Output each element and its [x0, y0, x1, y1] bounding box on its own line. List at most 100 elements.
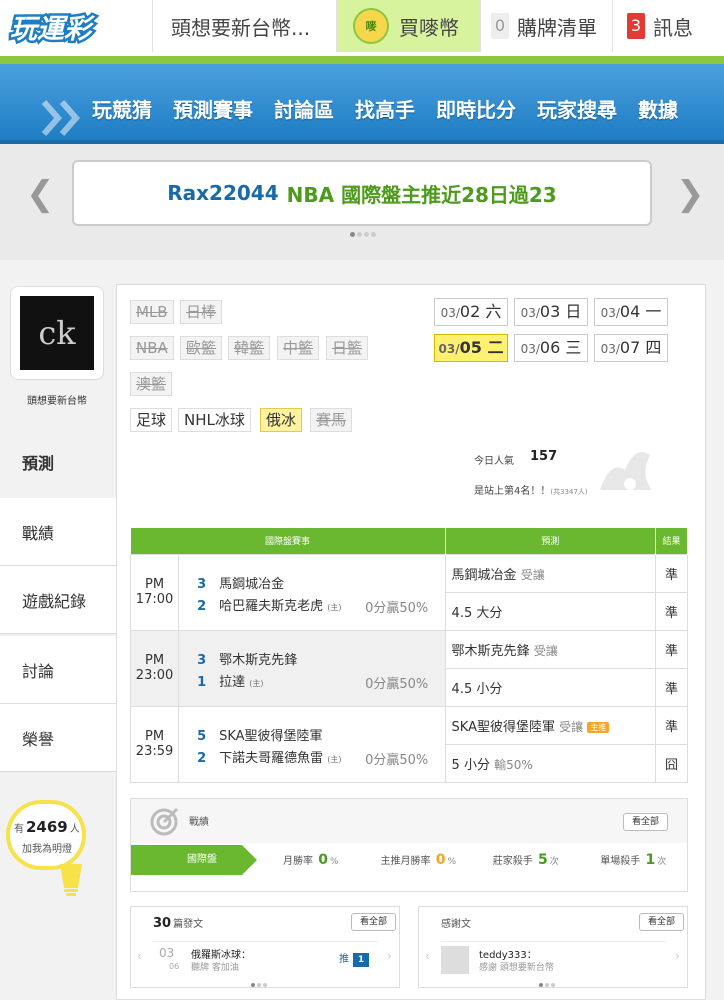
- filter-korea-basketball[interactable]: 韓籃: [228, 336, 271, 360]
- date-button[interactable]: 03/02 六: [434, 298, 508, 326]
- push-count: 推1: [339, 950, 369, 967]
- table-row: PM 17:00 3 馬鋼城冶金 2 哈巴羅夫斯克老虎 (主) 0分贏50% 馬鋼城…: [129, 553, 689, 631]
- messages-button[interactable]: 3 訊息: [612, 0, 724, 52]
- filter-soccer[interactable]: 足球: [130, 408, 173, 432]
- game-matchup[interactable]: 3 馬鋼城冶金 2 哈巴羅夫斯克老虎 (主) 0分贏50%: [178, 553, 446, 631]
- target-icon: [150, 807, 179, 836]
- thanks-item[interactable]: teddy333： 感謝 頭想要新台幣: [441, 941, 667, 977]
- post-item[interactable]: 03 06 俄羅斯冰球： 聽牌 客加油 推1: [153, 941, 379, 977]
- record-stats: 國際盤 月勝率 0% 主推月勝率 0% 莊家殺手 5次 單場殺手 1次: [131, 845, 687, 875]
- carousel-dots: [251, 983, 267, 987]
- table-row: PM 23:59 5 SKA聖彼得堡陸軍 2 下諾夫哥羅德魚雷 (主) 0分贏50%…: [129, 705, 689, 783]
- chevron-right-icon[interactable]: ›: [387, 949, 392, 963]
- cart-button[interactable]: 0 購牌清單: [480, 0, 612, 52]
- game-time: PM 23:00: [129, 629, 180, 707]
- pick: 5 小分 輸50%: [444, 743, 656, 783]
- date-button[interactable]: 03/06 三: [514, 334, 588, 362]
- record-header: 戰績 看全部: [131, 799, 687, 843]
- filter-mlb[interactable]: MLB: [130, 300, 174, 324]
- filter-aus-basketball[interactable]: 澳籃: [130, 372, 173, 396]
- filter-china-basketball[interactable]: 中籃: [277, 336, 320, 360]
- carousel-dot[interactable]: [371, 232, 376, 237]
- posts-title: 30 篇發文: [153, 916, 204, 931]
- filter-npb[interactable]: 日棒: [180, 300, 223, 324]
- game-matchup[interactable]: 3 鄂木斯克先鋒 1 拉達 (主) 0分贏50%: [178, 629, 446, 707]
- month-win-rate: 月勝率 0%: [283, 852, 339, 868]
- pick: 4.5 小分: [444, 667, 656, 707]
- posts-view-all-button[interactable]: 看全部: [351, 913, 397, 931]
- thanks-title: 感謝文: [441, 919, 471, 930]
- main-pick-month-win-rate: 主推月勝率 0%: [380, 852, 457, 868]
- game-matchup[interactable]: 5 SKA聖彼得堡陸軍 2 下諾夫哥羅德魚雷 (主) 0分贏50%: [178, 705, 446, 783]
- user-avatar[interactable]: [441, 946, 469, 974]
- pick: 馬鋼城冶金 受讓: [444, 553, 656, 593]
- carousel-dot[interactable]: [364, 232, 369, 237]
- filter-nba[interactable]: NBA: [130, 336, 174, 360]
- messages-label: 訊息: [653, 15, 693, 40]
- side-tab-discussion[interactable]: 討論: [0, 636, 116, 704]
- filter-horse-racing[interactable]: 賽馬: [310, 408, 353, 432]
- thanks-user: teddy333：: [479, 950, 537, 961]
- nav-item-predictions[interactable]: 預測賽事: [173, 94, 253, 123]
- filter-japan-basketball[interactable]: 日籃: [326, 336, 369, 360]
- follow-cta[interactable]: 加我為明燈: [22, 840, 72, 855]
- record-section: 戰績 看全部 國際盤 月勝率 0% 主推月勝率 0% 莊家殺手 5次 單場殺手 …: [130, 798, 688, 892]
- side-tab-game-history[interactable]: 遊戲紀錄: [0, 566, 116, 634]
- nav-item-live-scores[interactable]: 即時比分: [436, 94, 516, 123]
- result: 囧: [654, 743, 689, 783]
- pick: 4.5 大分: [444, 591, 656, 631]
- result: 準: [654, 629, 689, 669]
- result: 準: [654, 667, 689, 707]
- cart-label: 購牌清單: [517, 15, 597, 40]
- record-view-all-button[interactable]: 看全部: [623, 813, 669, 831]
- lightbulb-icon: [60, 864, 82, 896]
- side-tab-honors[interactable]: 榮譽: [0, 704, 116, 772]
- date-button[interactable]: 03/07 四: [594, 334, 668, 362]
- record-tab-international[interactable]: 國際盤: [131, 845, 257, 875]
- nav-item-play-guess[interactable]: 玩競猜: [92, 94, 152, 123]
- site-logo[interactable]: 玩運彩: [8, 8, 120, 48]
- chevron-right-icon[interactable]: ›: [675, 949, 680, 963]
- banner-slide[interactable]: Rax22044 NBA 國際盤主推近28日過23: [72, 160, 652, 226]
- filter-nhl[interactable]: NHL冰球: [178, 408, 251, 432]
- chevron-right-icon[interactable]: ❯: [676, 174, 705, 214]
- post-date: 03 06: [159, 946, 180, 971]
- side-tab-predictions[interactable]: 預測: [0, 428, 116, 496]
- filter-khl[interactable]: 俄冰: [260, 408, 303, 432]
- posts-card: 30 篇發文 看全部 ‹ 03 06 俄羅斯冰球： 聽牌 客加油 推1 ›: [130, 906, 400, 988]
- thanks-card: 感謝文 看全部 ‹ teddy333： 感謝 頭想要新台幣 ›: [418, 906, 688, 988]
- fans-count: 有 2469 人: [14, 818, 80, 836]
- filter-euro-basketball[interactable]: 歐籃: [180, 336, 223, 360]
- user-menu[interactable]: 頭想要新台幣...: [152, 0, 336, 52]
- pick: SKA聖彼得堡陸軍 受讓 主推: [444, 705, 656, 745]
- side-tab-record[interactable]: 戰績: [0, 498, 116, 566]
- carousel-dot[interactable]: [357, 232, 362, 237]
- nav-item-player-search[interactable]: 玩家搜尋: [537, 94, 617, 123]
- popularity-value: 157: [530, 449, 558, 464]
- carousel-dot[interactable]: [350, 232, 355, 237]
- buy-coin-label: 買嘜幣: [399, 15, 459, 40]
- svg-text:玩運彩: 玩運彩: [10, 14, 96, 45]
- column-header-pick: 預測: [445, 528, 656, 554]
- result: 準: [654, 705, 689, 745]
- date-button[interactable]: 03/04 一: [594, 298, 668, 326]
- top-bar: 玩運彩 頭想要新台幣... 嘜 買嘜幣 0 購牌清單 3 訊息: [0, 0, 724, 58]
- pick: 鄂木斯克先鋒 受讓: [444, 629, 656, 669]
- predictions-table: 國際盤賽事 預測 結果 PM 17:00 3 馬鋼城冶金 2 哈巴羅夫斯克老虎 (主…: [129, 528, 689, 783]
- nav-item-forum[interactable]: 討論區: [274, 94, 334, 123]
- chevron-left-icon[interactable]: ‹: [137, 949, 142, 963]
- main-pick-badge: 主推: [587, 721, 610, 733]
- chevron-left-icon[interactable]: ❮: [26, 174, 55, 214]
- chevrons-icon: [41, 100, 80, 136]
- carousel-dots: [350, 232, 376, 237]
- nav-item-data[interactable]: 數據: [638, 94, 678, 123]
- date-button-selected[interactable]: 03/05 二: [434, 334, 508, 362]
- nav-item-find-experts[interactable]: 找高手: [355, 94, 415, 123]
- buy-coin-button[interactable]: 嘜 買嘜幣: [336, 0, 480, 52]
- popularity-label: 今日人氣: [474, 456, 514, 467]
- message-count-badge: 3: [627, 13, 645, 39]
- avatar[interactable]: ck: [20, 296, 94, 370]
- thanks-view-all-button[interactable]: 看全部: [639, 913, 685, 931]
- date-button[interactable]: 03/03 日: [514, 298, 588, 326]
- chevron-left-icon[interactable]: ‹: [425, 949, 430, 963]
